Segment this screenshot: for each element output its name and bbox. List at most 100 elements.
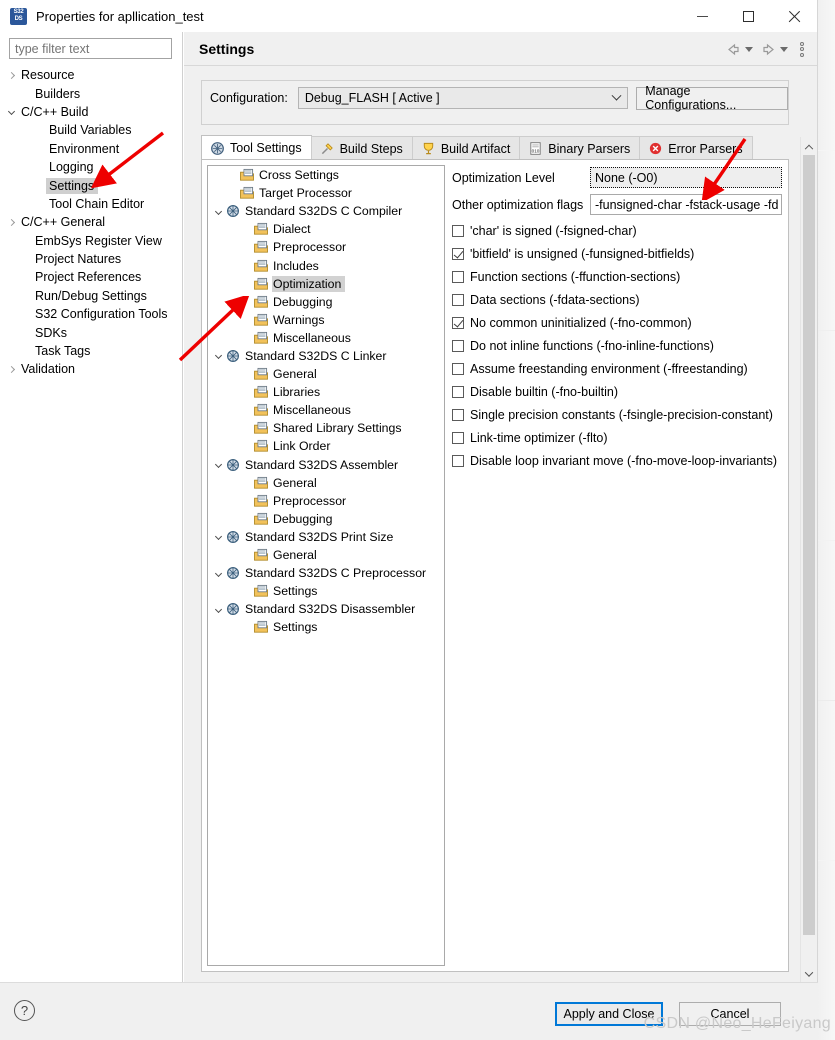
option-row[interactable]: Single precision constants (-fsingle-pre… bbox=[452, 404, 782, 425]
checkbox[interactable] bbox=[452, 408, 464, 421]
checkbox[interactable] bbox=[452, 316, 464, 329]
tool-tree-item-general[interactable]: General bbox=[208, 474, 444, 492]
tool-tree-item-preprocessor[interactable]: Preprocessor bbox=[208, 238, 444, 256]
option-row[interactable]: Link-time optimizer (-flto) bbox=[452, 427, 782, 448]
tab-bar[interactable]: Tool Settings Build Steps Build Artifact 01… bbox=[201, 135, 789, 160]
tool-tree-item-includes[interactable]: Includes bbox=[208, 256, 444, 274]
scroll-up-button[interactable] bbox=[801, 137, 816, 154]
option-row[interactable]: Assume freestanding environment (-ffrees… bbox=[452, 358, 782, 379]
tool-tree-item-dialect[interactable]: Dialect bbox=[208, 220, 444, 238]
tool-tree-item-general[interactable]: General bbox=[208, 546, 444, 564]
chevron-right-icon[interactable] bbox=[4, 71, 18, 79]
tool-tree-item-shared-library-settings[interactable]: Shared Library Settings bbox=[208, 419, 444, 437]
option-row[interactable]: Data sections (-fdata-sections) bbox=[452, 289, 782, 310]
tool-tree-item-link-order[interactable]: Link Order bbox=[208, 437, 444, 455]
back-history-chevron-down-icon[interactable] bbox=[745, 46, 753, 52]
chevron-down-icon[interactable] bbox=[4, 108, 18, 116]
chevron-down-icon[interactable] bbox=[212, 605, 225, 613]
checkbox[interactable] bbox=[452, 454, 464, 467]
chevron-right-icon[interactable] bbox=[4, 218, 18, 226]
optimization-level-select[interactable]: None (-O0) bbox=[590, 167, 782, 188]
sidebar-item-c-c-general[interactable]: C/C++ General bbox=[0, 213, 182, 231]
manage-configurations-button[interactable]: Manage Configurations... bbox=[636, 84, 788, 112]
tool-tree-item-debugging[interactable]: Debugging bbox=[208, 510, 444, 528]
filter-input[interactable] bbox=[9, 38, 172, 59]
option-row[interactable]: Disable builtin (-fno-builtin) bbox=[452, 381, 782, 402]
tool-tree-item-standard-s32ds-assembler[interactable]: Standard S32DS Assembler bbox=[208, 456, 444, 474]
tool-tree-item-libraries[interactable]: Libraries bbox=[208, 383, 444, 401]
chevron-down-icon[interactable] bbox=[212, 569, 225, 577]
option-row[interactable]: Function sections (-ffunction-sections) bbox=[452, 266, 782, 287]
sidebar-item-validation[interactable]: Validation bbox=[0, 360, 182, 378]
sidebar-item-environment[interactable]: Environment bbox=[0, 140, 182, 158]
chevron-down-icon[interactable] bbox=[212, 461, 225, 469]
chevron-down-icon[interactable] bbox=[212, 207, 225, 215]
chevron-down-icon[interactable] bbox=[212, 533, 225, 541]
scroll-down-button[interactable] bbox=[801, 965, 816, 982]
tool-tree-item-general[interactable]: General bbox=[208, 365, 444, 383]
sidebar-item-sdks[interactable]: SDKs bbox=[0, 323, 182, 341]
chevron-down-icon[interactable] bbox=[212, 352, 225, 360]
tool-tree-item-optimization[interactable]: Optimization bbox=[208, 275, 444, 293]
sidebar-item-task-tags[interactable]: Task Tags bbox=[0, 342, 182, 360]
tool-tree-item-target-processor[interactable]: Target Processor bbox=[208, 184, 444, 202]
tab-error-parsers[interactable]: Error Parsers bbox=[639, 136, 753, 160]
sidebar-item-run-debug-settings[interactable]: Run/Debug Settings bbox=[0, 287, 182, 305]
tab-build-steps[interactable]: Build Steps bbox=[310, 136, 413, 160]
help-button[interactable]: ? bbox=[14, 1000, 35, 1021]
other-flags-input[interactable]: -funsigned-char -fstack-usage -fd bbox=[590, 194, 782, 215]
back-arrow-icon[interactable] bbox=[725, 41, 742, 58]
maximize-button[interactable] bbox=[725, 0, 771, 32]
chevron-right-icon[interactable] bbox=[4, 365, 18, 373]
tool-tree-item-debugging[interactable]: Debugging bbox=[208, 293, 444, 311]
tool-tree-item-standard-s32ds-disassembler[interactable]: Standard S32DS Disassembler bbox=[208, 600, 444, 618]
tool-tree-item-warnings[interactable]: Warnings bbox=[208, 311, 444, 329]
configuration-select[interactable]: Debug_FLASH [ Active ] bbox=[297, 87, 629, 109]
sidebar-item-tool-chain-editor[interactable]: Tool Chain Editor bbox=[0, 195, 182, 213]
close-button[interactable] bbox=[771, 0, 817, 32]
checkbox[interactable] bbox=[452, 385, 464, 398]
tool-tree-item-standard-s32ds-c-compiler[interactable]: Standard S32DS C Compiler bbox=[208, 202, 444, 220]
checkbox[interactable] bbox=[452, 270, 464, 283]
option-row[interactable]: 'char' is signed (-fsigned-char) bbox=[452, 220, 782, 241]
tab-build-artifact[interactable]: Build Artifact bbox=[411, 136, 521, 160]
forward-history-chevron-down-icon[interactable] bbox=[780, 46, 788, 52]
sidebar-item-logging[interactable]: Logging bbox=[0, 158, 182, 176]
sidebar-item-s32-configuration-tools[interactable]: S32 Configuration Tools bbox=[0, 305, 182, 323]
sidebar-item-resource[interactable]: Resource bbox=[0, 66, 182, 84]
checkbox[interactable] bbox=[452, 339, 464, 352]
tool-tree-item-cross-settings[interactable]: Cross Settings bbox=[208, 166, 444, 184]
checkbox[interactable] bbox=[452, 362, 464, 375]
minimize-button[interactable] bbox=[679, 0, 725, 32]
tab-tool-settings[interactable]: Tool Settings bbox=[201, 135, 312, 160]
sidebar-item-c-c-build[interactable]: C/C++ Build bbox=[0, 103, 182, 121]
sidebar-item-project-natures[interactable]: Project Natures bbox=[0, 250, 182, 268]
tool-tree-item-preprocessor[interactable]: Preprocessor bbox=[208, 492, 444, 510]
option-row[interactable]: No common uninitialized (-fno-common) bbox=[452, 312, 782, 333]
sidebar-item-build-variables[interactable]: Build Variables bbox=[0, 121, 182, 139]
option-row[interactable]: 'bitfield' is unsigned (-funsigned-bitfi… bbox=[452, 243, 782, 264]
content-vertical-scrollbar[interactable] bbox=[800, 137, 816, 982]
checkbox[interactable] bbox=[452, 224, 464, 237]
option-row[interactable]: Disable loop invariant move (-fno-move-l… bbox=[452, 450, 782, 471]
tool-tree-item-settings[interactable]: Settings bbox=[208, 582, 444, 600]
option-row[interactable]: Do not inline functions (-fno-inline-fun… bbox=[452, 335, 782, 356]
checkbox[interactable] bbox=[452, 293, 464, 306]
tool-tree-item-standard-s32ds-c-linker[interactable]: Standard S32DS C Linker bbox=[208, 347, 444, 365]
sidebar-item-settings[interactable]: Settings bbox=[0, 176, 182, 194]
sidebar-item-project-references[interactable]: Project References bbox=[0, 268, 182, 286]
checkbox[interactable] bbox=[452, 431, 464, 444]
tool-tree-item-settings[interactable]: Settings bbox=[208, 618, 444, 636]
sidebar-item-embsys-register-view[interactable]: EmbSys Register View bbox=[0, 232, 182, 250]
checkbox[interactable] bbox=[452, 247, 464, 260]
tool-tree[interactable]: Cross Settings Target Processor Standard S… bbox=[207, 165, 445, 966]
tool-tree-item-standard-s32ds-print-size[interactable]: Standard S32DS Print Size bbox=[208, 528, 444, 546]
tab-binary-parsers[interactable]: 010 Binary Parsers bbox=[519, 136, 641, 160]
forward-arrow-icon[interactable] bbox=[760, 41, 777, 58]
chevron-down-icon[interactable] bbox=[605, 88, 627, 108]
view-menu-icon[interactable] bbox=[795, 41, 809, 58]
sidebar-item-builders[interactable]: Builders bbox=[0, 84, 182, 102]
scrollbar-thumb[interactable] bbox=[803, 155, 815, 935]
settings-tree[interactable]: Resource Builders C/C++ Build Build Variabl… bbox=[0, 66, 182, 982]
tool-tree-item-miscellaneous[interactable]: Miscellaneous bbox=[208, 329, 444, 347]
